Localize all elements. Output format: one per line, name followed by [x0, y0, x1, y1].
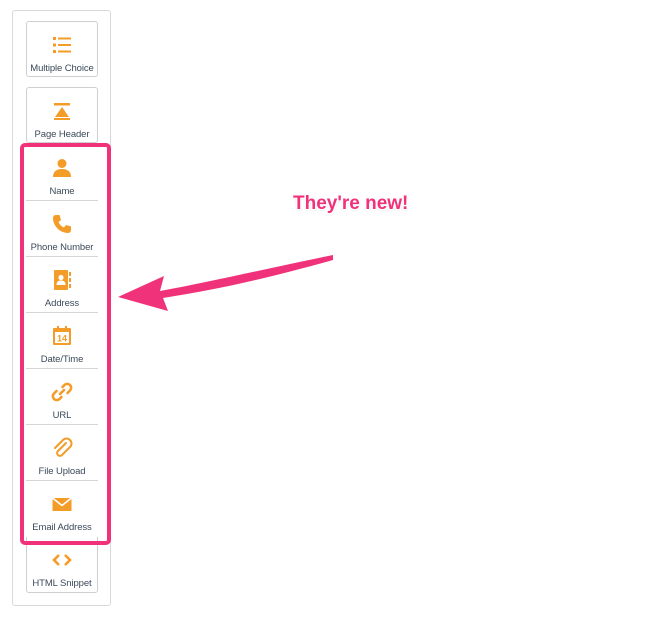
field-label: File Upload [38, 466, 86, 477]
field-label: HTML Snippet [32, 578, 92, 589]
field-date-time[interactable]: 14 Date/Time [26, 313, 98, 369]
field-label: Page Header [34, 129, 90, 140]
field-label: Address [44, 298, 80, 309]
annotation-callout: They're new! [293, 193, 409, 214]
field-file-upload[interactable]: File Upload [26, 425, 98, 481]
list-icon [53, 37, 71, 53]
calendar-day: 14 [57, 334, 67, 344]
address-book-icon [54, 270, 71, 290]
code-brackets-icon [52, 554, 72, 566]
paperclip-icon [54, 437, 73, 457]
field-email-address[interactable]: Email Address [26, 481, 98, 537]
field-address[interactable]: Address [26, 257, 98, 313]
person-icon [53, 159, 71, 177]
field-phone-number[interactable]: Phone Number [26, 201, 98, 257]
envelope-icon [52, 497, 72, 511]
field-url[interactable]: URL [26, 369, 98, 425]
field-label: Email Address [32, 522, 92, 533]
calendar-icon: 14 [53, 326, 71, 345]
field-label: Multiple Choice [30, 63, 94, 74]
field-label: Phone Number [30, 242, 94, 253]
field-html-snippet[interactable]: HTML Snippet [26, 537, 98, 593]
field-label: Date/Time [40, 354, 84, 365]
page-header-icon [54, 103, 70, 120]
phone-icon [53, 215, 71, 233]
field-multiple-choice[interactable]: Multiple Choice [26, 21, 98, 77]
field-name[interactable]: Name [26, 145, 98, 201]
link-icon [51, 382, 73, 402]
field-label: Name [49, 186, 75, 197]
field-label: URL [52, 410, 72, 421]
field-page-header[interactable]: Page Header [26, 87, 98, 143]
